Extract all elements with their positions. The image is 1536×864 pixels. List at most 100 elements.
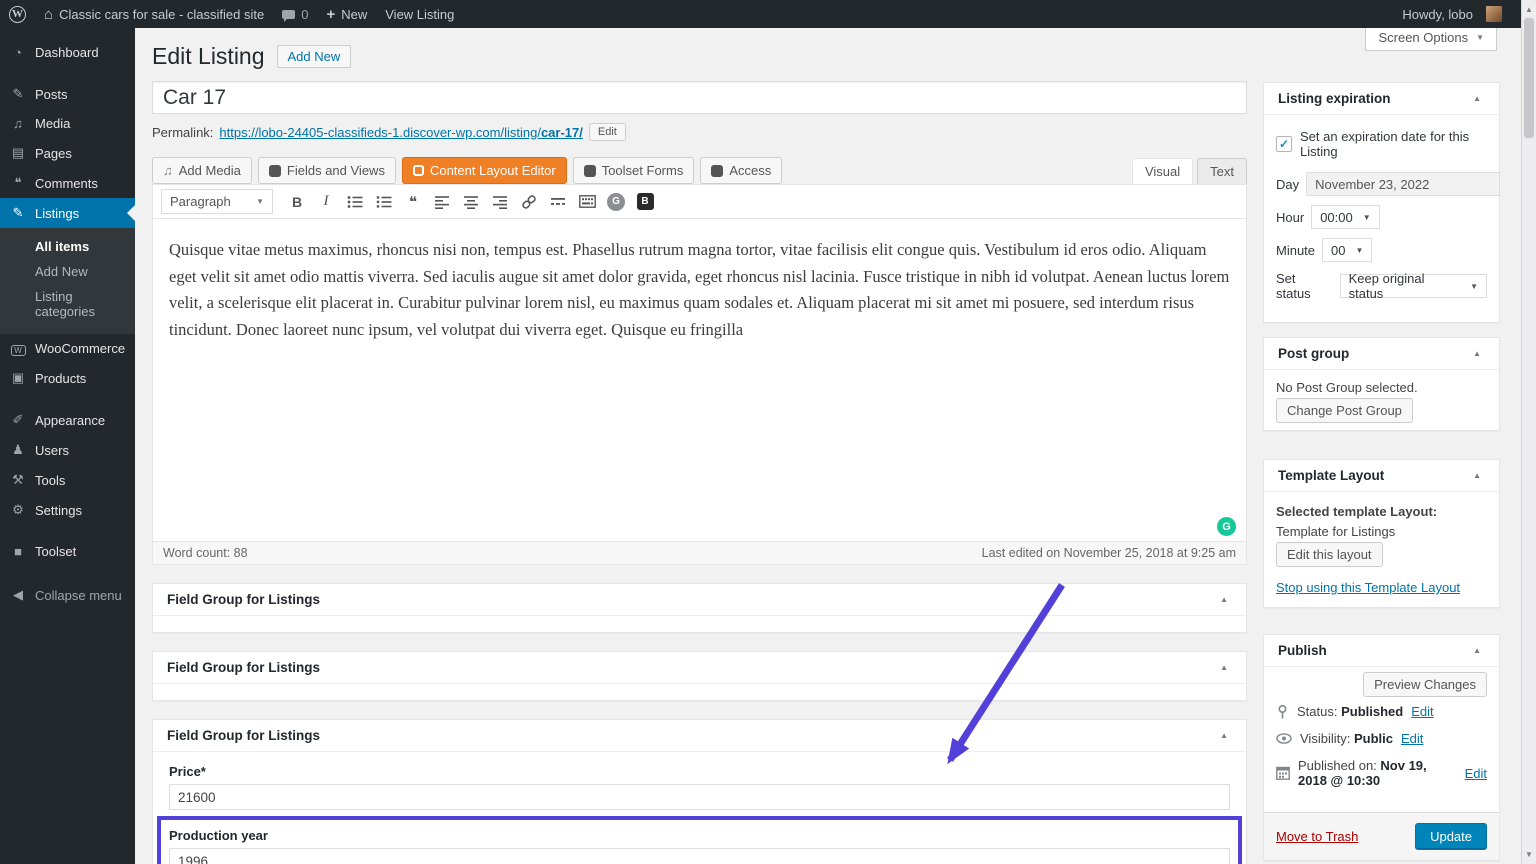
bulleted-list-button[interactable] [342, 190, 368, 214]
grammarly-toolbar-icon[interactable]: G [603, 190, 629, 214]
scrollbar-thumb[interactable] [1524, 18, 1534, 138]
italic-button[interactable]: I [313, 190, 339, 214]
sidebar-item-label: Listings [35, 205, 80, 221]
chevron-down-icon: ▼ [1362, 212, 1371, 222]
expiration-checkbox[interactable]: ✓ [1276, 136, 1292, 152]
collapse-panel-icon[interactable]: ▲ [1469, 469, 1485, 482]
sidebar-item-pages[interactable]: ▤ Pages [0, 138, 135, 168]
media-icon: ♫ [13, 116, 23, 131]
change-post-group-button[interactable]: Change Post Group [1276, 398, 1413, 423]
submenu-item-add-new[interactable]: Add New [0, 259, 135, 284]
day-label: Day [1276, 176, 1300, 192]
dashboard-icon: ◔ [14, 45, 22, 60]
scroll-up-icon[interactable]: ▲ [1522, 2, 1536, 17]
content-layout-editor-button[interactable]: Content Layout Editor [401, 157, 567, 184]
align-left-button[interactable] [429, 190, 455, 214]
fields-and-views-button[interactable]: Fields and Views [257, 157, 396, 184]
sidebar-item-label: Dashboard [35, 45, 99, 60]
add-new-button[interactable]: Add New [276, 45, 352, 68]
bold-button[interactable]: B [284, 190, 310, 214]
tab-visual[interactable]: Visual [1131, 158, 1194, 185]
toolset-forms-button[interactable]: Toolset Forms [572, 157, 695, 184]
howdy-label: Howdy, lobo [1402, 6, 1473, 22]
new-content-menu[interactable]: + New [317, 0, 376, 28]
wordpress-menu[interactable]: W [0, 0, 35, 28]
sidebar-item-label: Settings [35, 502, 82, 518]
move-to-trash-link[interactable]: Move to Trash [1276, 829, 1358, 844]
align-center-button[interactable] [458, 190, 484, 214]
add-media-button[interactable]: ♫ Add Media [152, 157, 252, 184]
submenu-item-listing-categories[interactable]: Listing categories [0, 284, 135, 324]
sidebar-item-dashboard[interactable]: ◔ Dashboard [0, 38, 135, 67]
paragraph-style-select[interactable]: Paragraph ▼ [161, 189, 273, 214]
edit-published-link[interactable]: Edit [1465, 766, 1487, 781]
account-menu[interactable]: Howdy, lobo [1393, 0, 1511, 28]
screen-options-button[interactable]: Screen Options ▼ [1365, 25, 1497, 51]
submenu-item-all-items[interactable]: All items [0, 234, 135, 259]
page-scrollbar[interactable]: ▲ ▼ [1521, 0, 1536, 864]
chevron-down-icon: ▼ [1355, 245, 1364, 255]
edit-visibility-link[interactable]: Edit [1401, 731, 1423, 746]
sidebar-item-products[interactable]: ▣ Products [0, 363, 135, 393]
permalink-link[interactable]: https://lobo-24405-classifieds-1.discove… [219, 125, 582, 140]
sidebar-item-label: Products [35, 370, 87, 386]
collapse-panel-icon[interactable]: ▲ [1469, 347, 1485, 360]
collapse-panel-icon[interactable]: ▲ [1469, 92, 1485, 105]
forms-chip-icon [583, 164, 596, 177]
hour-select[interactable]: 00:00 ▼ [1311, 205, 1380, 229]
sidebar-item-users[interactable]: ♟ Users [0, 435, 135, 465]
price-input[interactable] [169, 784, 1230, 810]
set-status-select[interactable]: Keep original status ▼ [1339, 271, 1487, 301]
admin-sidebar: ◔ Dashboard ✎ Posts ♫ Media ▤ Pages ❝ Co… [0, 28, 135, 864]
visual-editor: Paragraph ▼ B I ❝ G B Quisque vitae metu… [152, 184, 1247, 565]
toolset-icon: ■ [14, 544, 22, 559]
expiration-day-input[interactable] [1306, 172, 1501, 196]
comments-icon: ❝ [14, 175, 22, 190]
production-year-input[interactable] [169, 848, 1230, 864]
sidebar-item-posts[interactable]: ✎ Posts [0, 79, 135, 109]
listing-title-input[interactable] [152, 81, 1247, 114]
align-right-button[interactable] [487, 190, 513, 214]
access-button[interactable]: Access [700, 157, 783, 184]
grammarly-badge-icon[interactable]: G [1217, 517, 1236, 536]
read-more-button[interactable] [545, 190, 571, 214]
view-listing-link[interactable]: View Listing [376, 0, 463, 28]
sidebar-item-settings[interactable]: ⚙ Settings [0, 495, 135, 525]
home-icon: ⌂ [44, 5, 54, 23]
settings-icon: ⚙ [12, 502, 24, 517]
insert-link-button[interactable] [516, 190, 542, 214]
sidebar-item-tools[interactable]: ⚒ Tools [0, 465, 135, 495]
tab-text[interactable]: Text [1197, 158, 1247, 185]
collapse-panel-icon[interactable]: ▲ [1216, 661, 1232, 674]
sidebar-item-listings[interactable]: ✎ Listings [0, 198, 135, 228]
scroll-down-icon[interactable]: ▼ [1522, 847, 1536, 862]
collapse-panel-icon[interactable]: ▲ [1216, 593, 1232, 606]
toolbar-toggle-button[interactable] [574, 190, 600, 214]
collapse-panel-icon[interactable]: ▲ [1216, 729, 1232, 742]
post-group-status-text: No Post Group selected. [1276, 380, 1418, 395]
sidebar-item-appearance[interactable]: ✐ Appearance [0, 405, 135, 435]
sidebar-item-media[interactable]: ♫ Media [0, 109, 135, 138]
permalink-edit-button[interactable]: Edit [588, 123, 626, 141]
update-button[interactable]: Update [1415, 823, 1487, 850]
stop-template-link[interactable]: Stop using this Template Layout [1276, 580, 1460, 595]
comment-bubble-icon [282, 9, 296, 22]
edit-layout-button[interactable]: Edit this layout [1276, 542, 1383, 567]
editor-content[interactable]: Quisque vitae metus maximus, rhoncus nis… [153, 219, 1246, 541]
sidebar-item-toolset[interactable]: ■ Toolset [0, 537, 135, 566]
collapse-panel-icon[interactable]: ▲ [1469, 644, 1485, 657]
numbered-list-button[interactable] [371, 190, 397, 214]
collapse-menu-button[interactable]: ◀ Collapse menu [0, 580, 135, 610]
blockquote-button[interactable]: ❝ [400, 190, 426, 214]
sidebar-item-woocommerce[interactable]: W WooCommerce [0, 334, 135, 363]
comments-shortcut[interactable]: 0 [273, 0, 317, 28]
edit-status-link[interactable]: Edit [1411, 704, 1433, 719]
sidebar-item-comments[interactable]: ❝ Comments [0, 168, 135, 198]
template-layout-title: Template Layout [1278, 468, 1385, 483]
blackbar-toolbar-icon[interactable]: B [632, 190, 658, 214]
minute-select[interactable]: 00 ▼ [1322, 238, 1373, 262]
site-name-link[interactable]: ⌂ Classic cars for sale - classified sit… [35, 0, 273, 28]
preview-changes-button[interactable]: Preview Changes [1363, 672, 1487, 697]
screen-options-label: Screen Options [1378, 30, 1469, 45]
status-pin-icon [1278, 704, 1287, 718]
